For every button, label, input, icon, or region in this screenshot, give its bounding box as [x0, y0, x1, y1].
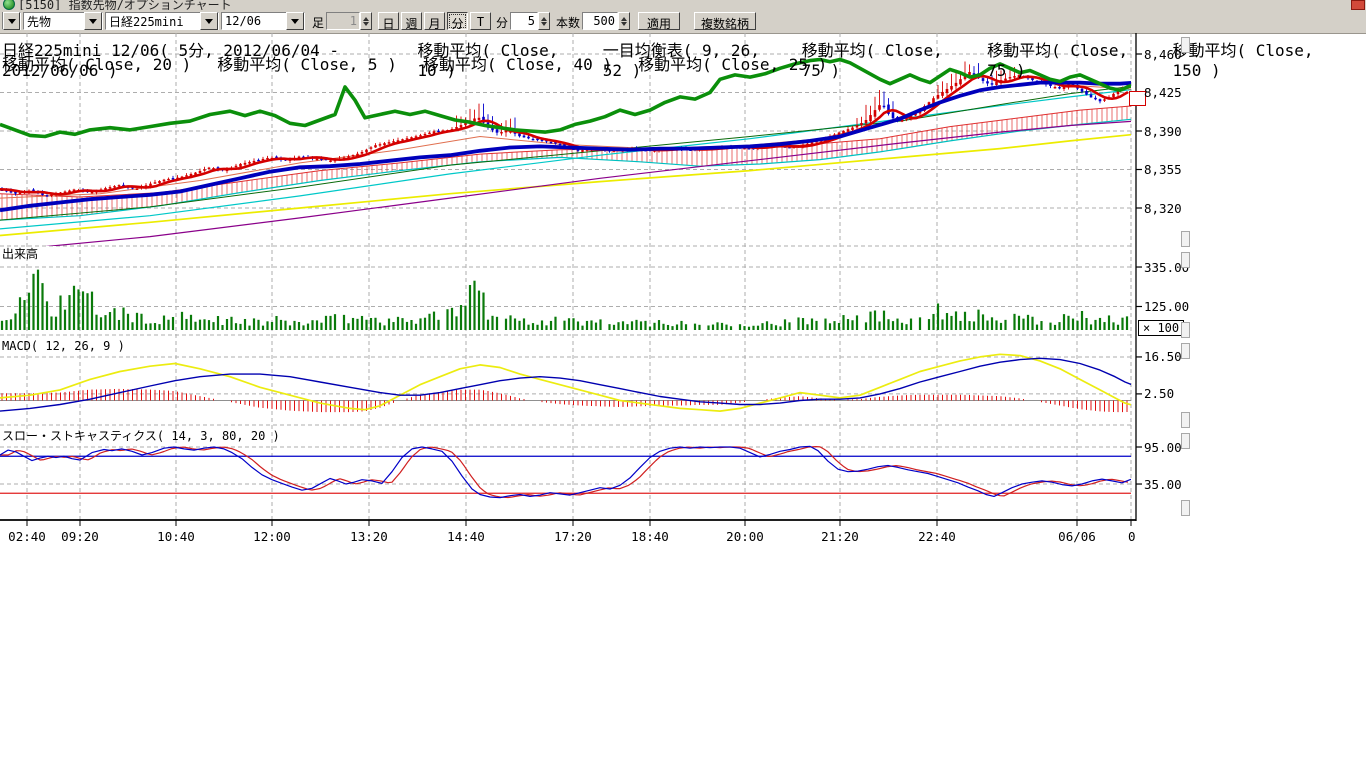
pane-scale-handle[interactable]: [1181, 252, 1190, 268]
pane-scale-handle[interactable]: [1181, 412, 1190, 428]
time-axis-label: 13:20: [347, 529, 391, 544]
indicator-label: 移動平均( Close, 20 ): [2, 51, 191, 75]
price-axis-label: 8,425: [1144, 85, 1182, 100]
pane-scale-handle[interactable]: [1181, 231, 1190, 247]
time-axis-label: 14:40: [444, 529, 488, 544]
time-axis-label: 12:00: [250, 529, 294, 544]
pane-scale-handle[interactable]: [1181, 433, 1190, 449]
time-axis-label: 22:40: [915, 529, 959, 544]
time-axis-label: 18:40: [628, 529, 672, 544]
indicator-label: 移動平均( Close, 75 ): [987, 37, 1146, 80]
stoch-axis-label: 95.00: [1144, 440, 1182, 455]
stoch-axis-label: 35.00: [1144, 477, 1182, 492]
price-axis-label: 8,460: [1144, 47, 1182, 62]
price-axis-label: 8,355: [1144, 162, 1182, 177]
price-axis-label: 8,390: [1144, 124, 1182, 139]
volume-axis-label: 125.00: [1144, 299, 1189, 314]
indicator-label: 移動平均( Close, 25 ): [638, 51, 827, 75]
pane-scale-handle[interactable]: [1181, 37, 1190, 53]
macd-pane-label: MACD( 12, 26, 9 ): [2, 340, 125, 353]
time-axis-label: 0: [1128, 529, 1136, 544]
macd-axis-label: 2.50: [1144, 386, 1174, 401]
price-axis-label: 8,320: [1144, 201, 1182, 216]
time-axis-label: 09:20: [58, 529, 102, 544]
time-axis-label: 20:00: [723, 529, 767, 544]
time-axis-label: 02:40: [5, 529, 49, 544]
indicator-label: 移動平均( Close, 150 ): [1172, 37, 1340, 80]
macd-axis-label: 16.50: [1144, 349, 1182, 364]
pane-scale-handle[interactable]: [1181, 343, 1190, 359]
indicator-label: 移動平均( Close, 5 ): [217, 51, 397, 75]
volume-pane-label: 出来高: [2, 248, 38, 261]
time-axis-label: 06/06: [1055, 529, 1099, 544]
indicator-info-line-2: 移動平均( Close, 20 ) 移動平均( Close, 5 ) 移動平均( C…: [2, 51, 853, 75]
pane-scale-handle[interactable]: [1181, 500, 1190, 516]
indicator-label: 移動平均( Close, 40 ): [423, 51, 612, 75]
time-axis-label: 21:20: [818, 529, 862, 544]
chart-application-window: [5150] 指数先物/オプションチャート 先物 日経225mini 12/06…: [0, 0, 1366, 768]
stochastics-pane-label: スロー・ストキャスティクス( 14, 3, 80, 20 ): [2, 430, 280, 443]
volume-multiplier-badge: × 100: [1138, 320, 1184, 336]
pane-scale-handle[interactable]: [1181, 322, 1190, 338]
time-axis-label: 10:40: [154, 529, 198, 544]
time-axis-label: 17:20: [551, 529, 595, 544]
